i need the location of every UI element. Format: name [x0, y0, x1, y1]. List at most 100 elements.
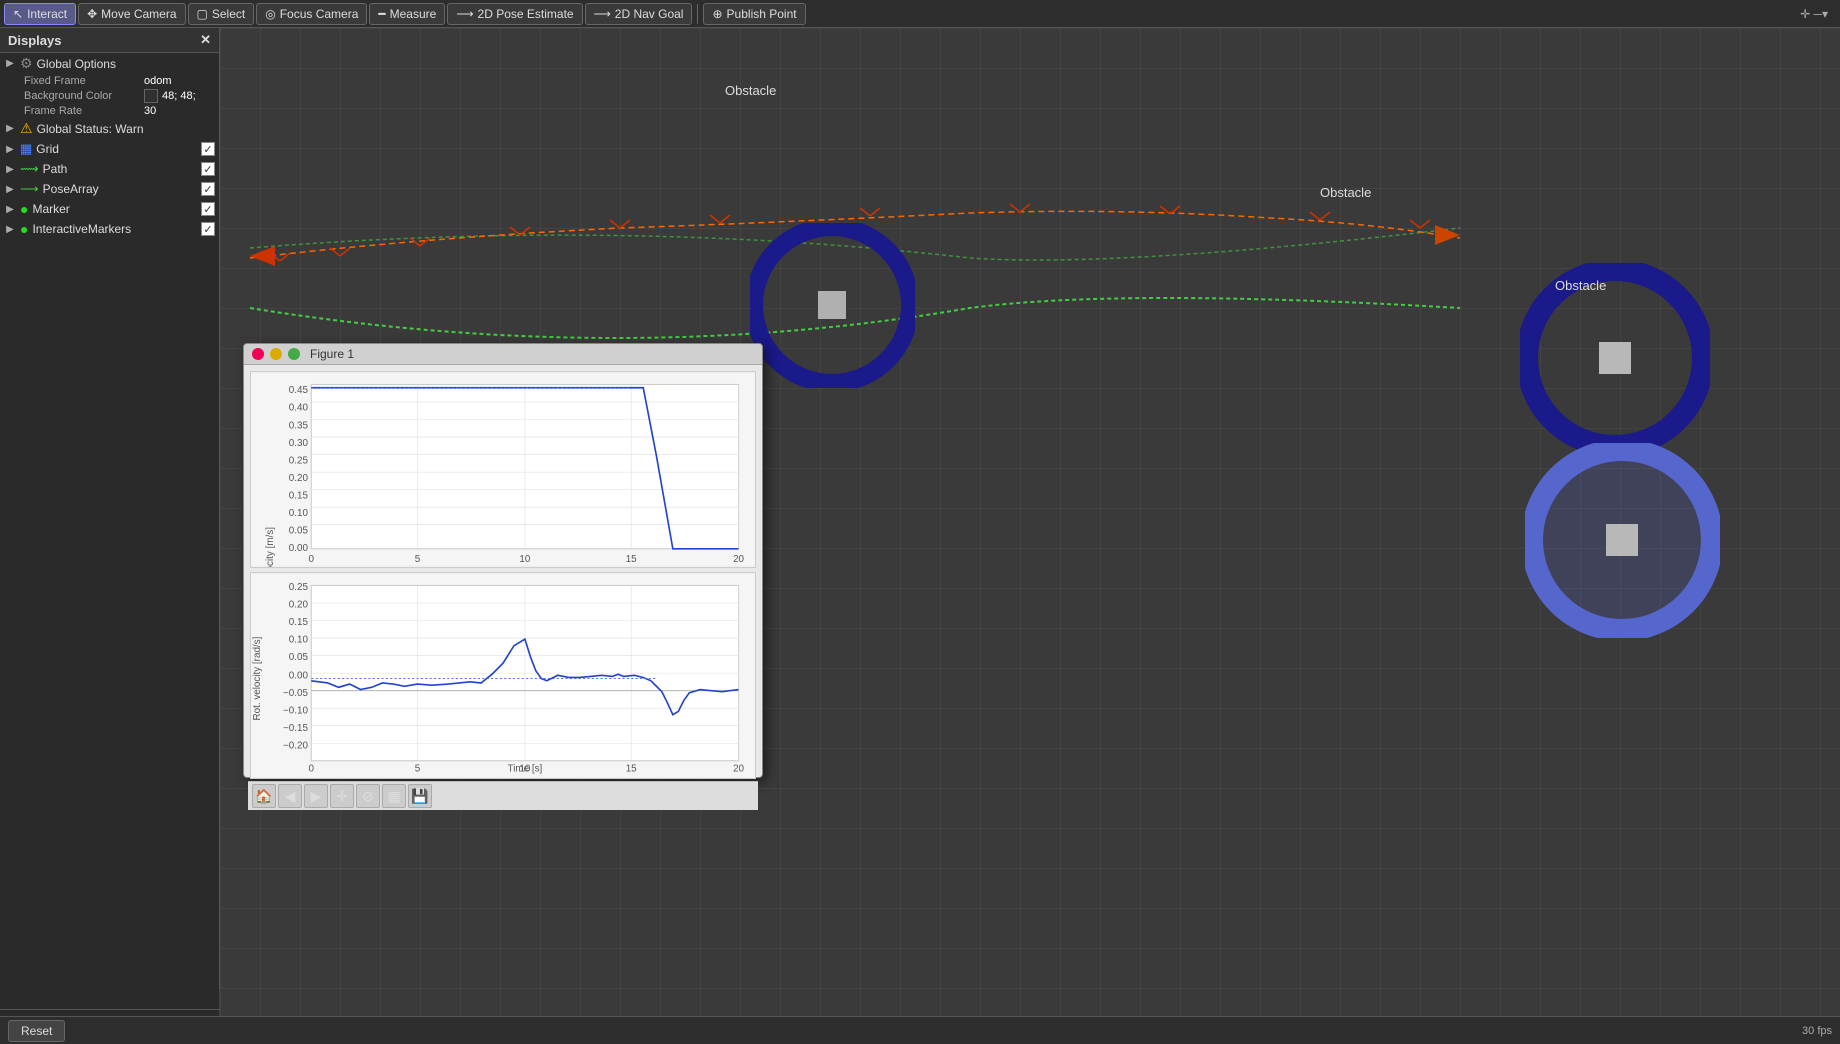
svg-text:−0.20: −0.20 [283, 740, 308, 751]
figure-toolbar: 🏠 ◀ ▶ ✛ ⊘ ▦ 💾 [248, 781, 758, 810]
svg-text:0.05: 0.05 [289, 652, 309, 663]
expand-arrow-global-options: ▶ [4, 58, 16, 69]
right-arrow [1435, 225, 1460, 245]
chart-top-svg: 0.00 0.05 0.10 0.15 0.20 0.25 0.30 0.35 … [251, 372, 755, 567]
grid-icon: ▦ [20, 141, 32, 157]
fig-subplot-button[interactable]: ▦ [382, 784, 406, 808]
nav-goal-button[interactable]: ⟶ 2D Nav Goal [585, 3, 693, 25]
publish-point-label: Publish Point [727, 7, 797, 21]
global-status-icon: ⚠ [20, 120, 33, 137]
reset-button[interactable]: Reset [8, 1020, 65, 1042]
measure-button[interactable]: ━ Measure [369, 3, 445, 25]
marker-label: Marker [32, 202, 197, 216]
focus-camera-label: Focus Camera [280, 7, 359, 21]
nav-goal-label: 2D Nav Goal [615, 7, 684, 21]
sidebar-item-path[interactable]: ▶ ⟿ Path ✓ [0, 159, 219, 179]
svg-text:0: 0 [309, 554, 315, 565]
fig-pan-button[interactable]: ✛ [330, 784, 354, 808]
path-icon: ⟿ [20, 161, 39, 177]
svg-text:−0.05: −0.05 [283, 688, 308, 699]
svg-text:10: 10 [519, 554, 530, 565]
svg-text:0.45: 0.45 [289, 385, 309, 396]
obstacle-circle-right-top [1520, 263, 1710, 453]
fig-forward-button[interactable]: ▶ [304, 784, 328, 808]
svg-text:0: 0 [309, 763, 315, 774]
focus-camera-button[interactable]: ◎ Focus Camera [256, 3, 367, 25]
pose-estimate-label: 2D Pose Estimate [478, 7, 574, 21]
obstacle-circle-1 [750, 223, 915, 388]
interact-label: Interact [27, 7, 67, 21]
path-checkbox[interactable]: ✓ [201, 162, 215, 176]
fig-home-button[interactable]: 🏠 [252, 784, 276, 808]
sidebar-close-button[interactable]: ✕ [200, 32, 211, 48]
expand-arrow-global-status: ▶ [4, 123, 16, 134]
sidebar-item-interactive-markers[interactable]: ▶ ● InteractiveMarkers ✓ [0, 219, 219, 239]
svg-text:0.05: 0.05 [289, 525, 309, 536]
global-status-label: Global Status: Warn [37, 122, 215, 136]
prop-frame-rate: Frame Rate 30 [0, 104, 219, 118]
pose-array-label: PoseArray [43, 182, 197, 196]
grid-checkbox[interactable]: ✓ [201, 142, 215, 156]
background-color-swatch-group: 48; 48; [144, 89, 196, 103]
fig-save-button[interactable]: 💾 [408, 784, 432, 808]
figure-window[interactable]: Figure 1 [243, 343, 763, 778]
pose-array-checkbox[interactable]: ✓ [201, 182, 215, 196]
svg-text:−0.10: −0.10 [283, 705, 308, 716]
sidebar: Displays ✕ ▶ ⚙ Global Options Fixed Fram… [0, 28, 220, 1044]
interactive-markers-label: InteractiveMarkers [32, 222, 197, 236]
svg-text:0.35: 0.35 [289, 420, 309, 431]
chart-bot-svg: 0.25 0.20 0.15 0.10 0.05 0.00 −0.05 −0.1… [251, 573, 755, 779]
interact-button[interactable]: ↖ Interact [4, 3, 76, 25]
svg-text:0.00: 0.00 [289, 670, 309, 681]
toolbar-extra-icon: ✛ ─▾ [1800, 7, 1828, 21]
svg-text:0.20: 0.20 [289, 473, 309, 484]
move-camera-label: Move Camera [101, 7, 176, 21]
svg-text:Rot. velocity [rad/s]: Rot. velocity [rad/s] [252, 636, 263, 720]
expand-arrow-pose-array: ▶ [4, 184, 16, 195]
sidebar-item-global-status[interactable]: ▶ ⚠ Global Status: Warn [0, 118, 219, 139]
svg-text:20: 20 [733, 554, 744, 565]
move-camera-button[interactable]: ✥ Move Camera [78, 3, 185, 25]
svg-text:0.15: 0.15 [289, 490, 309, 501]
pose-estimate-button[interactable]: ⟶ 2D Pose Estimate [447, 3, 582, 25]
frame-rate-key: Frame Rate [24, 105, 144, 117]
publish-point-icon: ⊕ [712, 7, 722, 21]
select-label: Select [212, 7, 245, 21]
svg-text:0.10: 0.10 [289, 634, 309, 645]
frame-rate-val: 30 [144, 105, 156, 117]
background-color-val: 48; 48; [162, 90, 196, 102]
svg-text:5: 5 [415, 554, 421, 565]
figure-maximize-button[interactable] [288, 348, 300, 360]
expand-arrow-grid: ▶ [4, 144, 16, 155]
marker-checkbox[interactable]: ✓ [201, 202, 215, 216]
select-icon: ▢ [197, 7, 208, 21]
select-button[interactable]: ▢ Select [188, 3, 255, 25]
marker-icon: ● [20, 201, 28, 217]
expand-arrow-marker: ▶ [4, 204, 16, 215]
figure-close-button[interactable] [252, 348, 264, 360]
move-camera-icon: ✥ [87, 7, 97, 21]
fig-zoom-button[interactable]: ⊘ [356, 784, 380, 808]
interactive-markers-checkbox[interactable]: ✓ [201, 222, 215, 236]
sidebar-item-grid[interactable]: ▶ ▦ Grid ✓ [0, 139, 219, 159]
chart-bot: 0.25 0.20 0.15 0.10 0.05 0.00 −0.05 −0.1… [250, 572, 756, 780]
background-color-key: Background Color [24, 90, 144, 102]
sidebar-item-pose-array[interactable]: ▶ ⟶ PoseArray ✓ [0, 179, 219, 199]
sidebar-scroll[interactable]: ▶ ⚙ Global Options Fixed Frame odom Back… [0, 53, 219, 1009]
obstacle-right-bottom [1525, 443, 1720, 638]
global-options-icon: ⚙ [20, 55, 33, 72]
svg-text:−0.15: −0.15 [283, 723, 308, 734]
grid-label: Grid [36, 142, 197, 156]
svg-text:0.25: 0.25 [289, 582, 309, 593]
svg-text:15: 15 [626, 554, 637, 565]
figure-minimize-button[interactable] [270, 348, 282, 360]
pose-estimate-icon: ⟶ [456, 7, 473, 21]
expand-arrow-interactive-markers: ▶ [4, 224, 16, 235]
fig-back-button[interactable]: ◀ [278, 784, 302, 808]
measure-icon: ━ [378, 7, 385, 21]
publish-point-button[interactable]: ⊕ Publish Point [703, 3, 805, 25]
obstacle-right-top: Obstacle [1520, 263, 1710, 453]
svg-text:15: 15 [626, 763, 637, 774]
sidebar-item-marker[interactable]: ▶ ● Marker ✓ [0, 199, 219, 219]
sidebar-item-global-options[interactable]: ▶ ⚙ Global Options [0, 53, 219, 74]
